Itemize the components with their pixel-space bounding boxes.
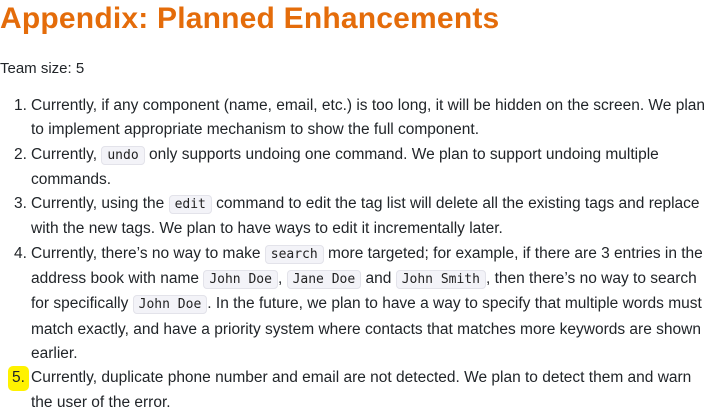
inline-code: John Doe [203,270,278,290]
item-number: 4. [14,244,27,262]
item-number: 1. [14,97,27,114]
team-size-text: Team size: 5 [0,60,85,77]
highlighted-item-number: 5. [8,366,29,391]
planned-enhancements-list: 1. Currently, if any component (name, ema… [0,94,722,415]
page-title: Appendix: Planned Enhancements [0,2,500,35]
item-text-line: match exactly, and have a priority syste… [31,320,701,338]
item-text-line: commands. [31,170,112,188]
list-item: 3. Currently, using the edit command to e… [0,192,722,242]
list-item: 5. Currently, duplicate phone number and … [0,366,722,415]
item-text-line: Currently, there’s no way to make search… [31,244,703,264]
inline-code: John Smith [395,270,486,290]
inline-code: Jane Doe [286,270,362,290]
list-item: 2. Currently, undo only supports undoing … [0,143,722,193]
inline-code: undo [101,145,145,165]
item-text-line: Currently, using the edit command to edi… [31,195,700,215]
document-page: Appendix: Planned Enhancements Team size… [0,0,722,411]
item-text-line: address book with name John Doe, Jane Do… [31,270,697,290]
item-number: 2. [14,145,27,163]
inline-code: John Doe [132,295,208,315]
item-text-line: with the new tags. We plan to have ways … [31,220,503,238]
list-item: 1. Currently, if any component (name, ema… [0,94,722,143]
item-text-line: to implement appropriate mechanism to sh… [31,121,480,139]
inline-code: search [264,244,324,264]
inline-code: edit [168,195,212,215]
item-text-line: Currently, if any component (name, email… [31,97,706,114]
list-item: 4. Currently, there’s no way to make sear… [0,242,722,366]
item-text-line: Currently, undo only supports undoing on… [31,145,659,165]
item-text-line: for specifically John Doe. In the future… [31,295,702,315]
item-text-line: the user of the error. [31,393,171,411]
item-text-line: Currently, duplicate phone number and em… [31,369,692,387]
item-text-line: earlier. [31,344,78,362]
item-number: 3. [14,195,27,213]
